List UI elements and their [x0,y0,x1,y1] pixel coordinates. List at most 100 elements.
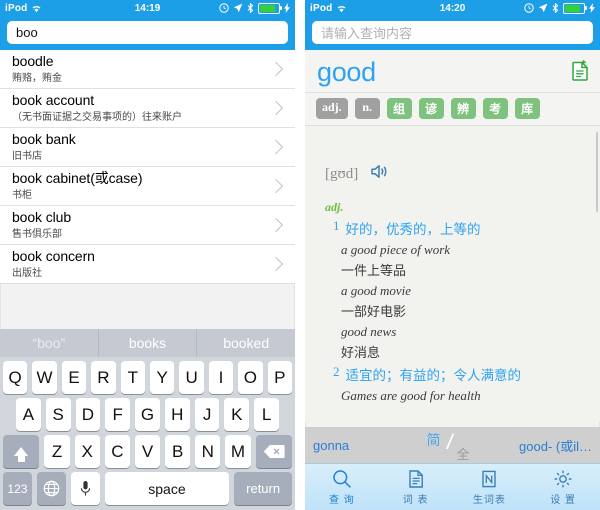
search-input[interactable]: 请输入查询内容 [312,21,593,44]
list-item[interactable]: book cabinet(或case) 书柜 [0,167,295,206]
dictation-key[interactable] [70,472,100,505]
return-key[interactable]: return [234,472,292,505]
tab-label: 查 询 [328,494,355,506]
add-document-icon[interactable] [570,59,590,86]
list-item[interactable]: book account （无书面证据之交易事项的）往来账户 [0,89,295,128]
charging-bolt-icon [589,3,595,13]
tag-corpus[interactable]: 库 [514,98,540,119]
carrier-label: iPod [310,3,347,14]
battery-icon [563,2,587,14]
key-a[interactable]: A [15,398,41,431]
key-x[interactable]: X [74,435,100,468]
example-en: good news [341,324,397,339]
key-k[interactable]: K [224,398,250,431]
key-j[interactable]: J [194,398,220,431]
entry-definition: 出版社 [12,268,42,279]
entry-definition: 售书俱乐部 [12,229,62,240]
alarm-clock-icon [219,3,229,13]
autocorrect-suggestion-1[interactable]: books [99,329,198,357]
tab-wordlist[interactable]: 词 表 [379,464,453,510]
chevron-right-icon [268,61,284,77]
key-p[interactable]: P [267,361,293,394]
autocorrect-bar: “boo” books booked [0,329,295,357]
part-of-speech-label: adj. [325,200,344,214]
list-item[interactable]: book concern 出版社 [0,245,295,284]
autocorrect-suggestion-0[interactable]: “boo” [0,329,99,357]
speaker-icon[interactable] [371,164,388,184]
suggestion-list: boodle 贿赂，贿金 book account （无书面证据之交易事项的）往… [0,50,295,284]
list-item[interactable]: boodle 贿赂，贿金 [0,50,295,89]
key-z[interactable]: Z [44,435,70,468]
key-m[interactable]: M [225,435,251,468]
list-item[interactable]: book bank 旧书店 [0,128,295,167]
list-item-text: book cabinet(或case) 书柜 [12,170,271,202]
prev-word-link[interactable]: gonna [313,438,421,453]
globe-key[interactable] [36,472,66,505]
key-r[interactable]: R [91,361,116,394]
tag-proverb[interactable]: 谚 [418,98,444,119]
backspace-key[interactable] [255,435,293,468]
key-w[interactable]: W [32,361,57,394]
numbers-key[interactable]: 123 [3,472,32,505]
key-u[interactable]: U [179,361,204,394]
space-key[interactable]: space [104,472,230,505]
definition-body[interactable]: [gʊd] adj. 1 好的，优秀的，上等的 a good piece of … [305,126,600,422]
tab-search[interactable]: 查 询 [305,464,379,510]
tab-settings[interactable]: 设 置 [526,464,600,510]
shift-key[interactable] [2,435,40,468]
scrollbar-thumb[interactable] [596,132,598,212]
keyboard-row-3: Z X C V B N M [0,431,295,468]
list-item-text: book club 售书俱乐部 [12,209,271,241]
key-e[interactable]: E [61,361,87,394]
tag-exam[interactable]: 考 [482,98,508,119]
key-y[interactable]: Y [150,361,175,394]
example-zh: 好消息 [341,345,381,360]
phonetic-row: [gʊd] [325,126,590,184]
chevron-right-icon [268,100,284,116]
list-item-text: book bank 旧书店 [12,131,271,163]
simplified-full-toggle[interactable]: 简 / 全 [421,428,485,463]
globe-icon [43,480,60,497]
left-phone-panel: iPod 14:19 boo boodle 贿赂，贿金 book account… [0,0,295,510]
toggle-slash: / [444,428,455,454]
key-q[interactable]: Q [2,361,28,394]
entry-definition: 贿赂，贿金 [12,73,62,84]
key-v[interactable]: V [134,435,161,468]
key-d[interactable]: D [75,398,101,431]
key-g[interactable]: G [135,398,160,431]
key-o[interactable]: O [238,361,263,394]
key-i[interactable]: I [208,361,234,394]
tag-distinguish[interactable]: 辨 [450,98,476,119]
key-n[interactable]: N [195,435,221,468]
list-item-text: book account （无书面证据之交易事项的）往来账户 [12,92,271,124]
right-phone-panel: iPod 14:20 请输入查询内容 good adj. n. 组 谚 辨 考 … [305,0,600,510]
chevron-right-icon [268,217,284,233]
gear-icon [554,470,572,487]
location-arrow-icon [538,3,548,13]
key-t[interactable]: T [120,361,145,394]
entry-word: book cabinet(或case) [12,170,143,186]
right-status-bar: iPod 14:20 [305,0,600,16]
autocorrect-suggestion-2[interactable]: booked [197,329,295,357]
key-b[interactable]: B [165,435,191,468]
next-word-link[interactable]: good- (或il… [485,436,592,455]
key-h[interactable]: H [164,398,190,431]
tag-n[interactable]: n. [354,98,380,119]
key-f[interactable]: F [105,398,131,431]
key-s[interactable]: S [45,398,71,431]
page-title: good [317,57,376,87]
search-icon [333,469,351,488]
tag-adj[interactable]: adj. [316,98,348,119]
tab-newwords[interactable]: 生词表 [453,464,527,510]
chevron-right-icon [268,178,284,194]
shift-icon [14,447,29,462]
entry-word: book bank [12,131,76,147]
key-c[interactable]: C [104,435,130,468]
list-item[interactable]: book club 售书俱乐部 [0,206,295,245]
chevron-right-icon [268,139,284,155]
example-zh: 一部好电影 [341,304,407,319]
search-input[interactable]: boo [7,21,288,44]
tag-phrase[interactable]: 组 [386,98,412,119]
example-zh: 一件上等品 [341,263,407,278]
key-l[interactable]: L [254,398,280,431]
